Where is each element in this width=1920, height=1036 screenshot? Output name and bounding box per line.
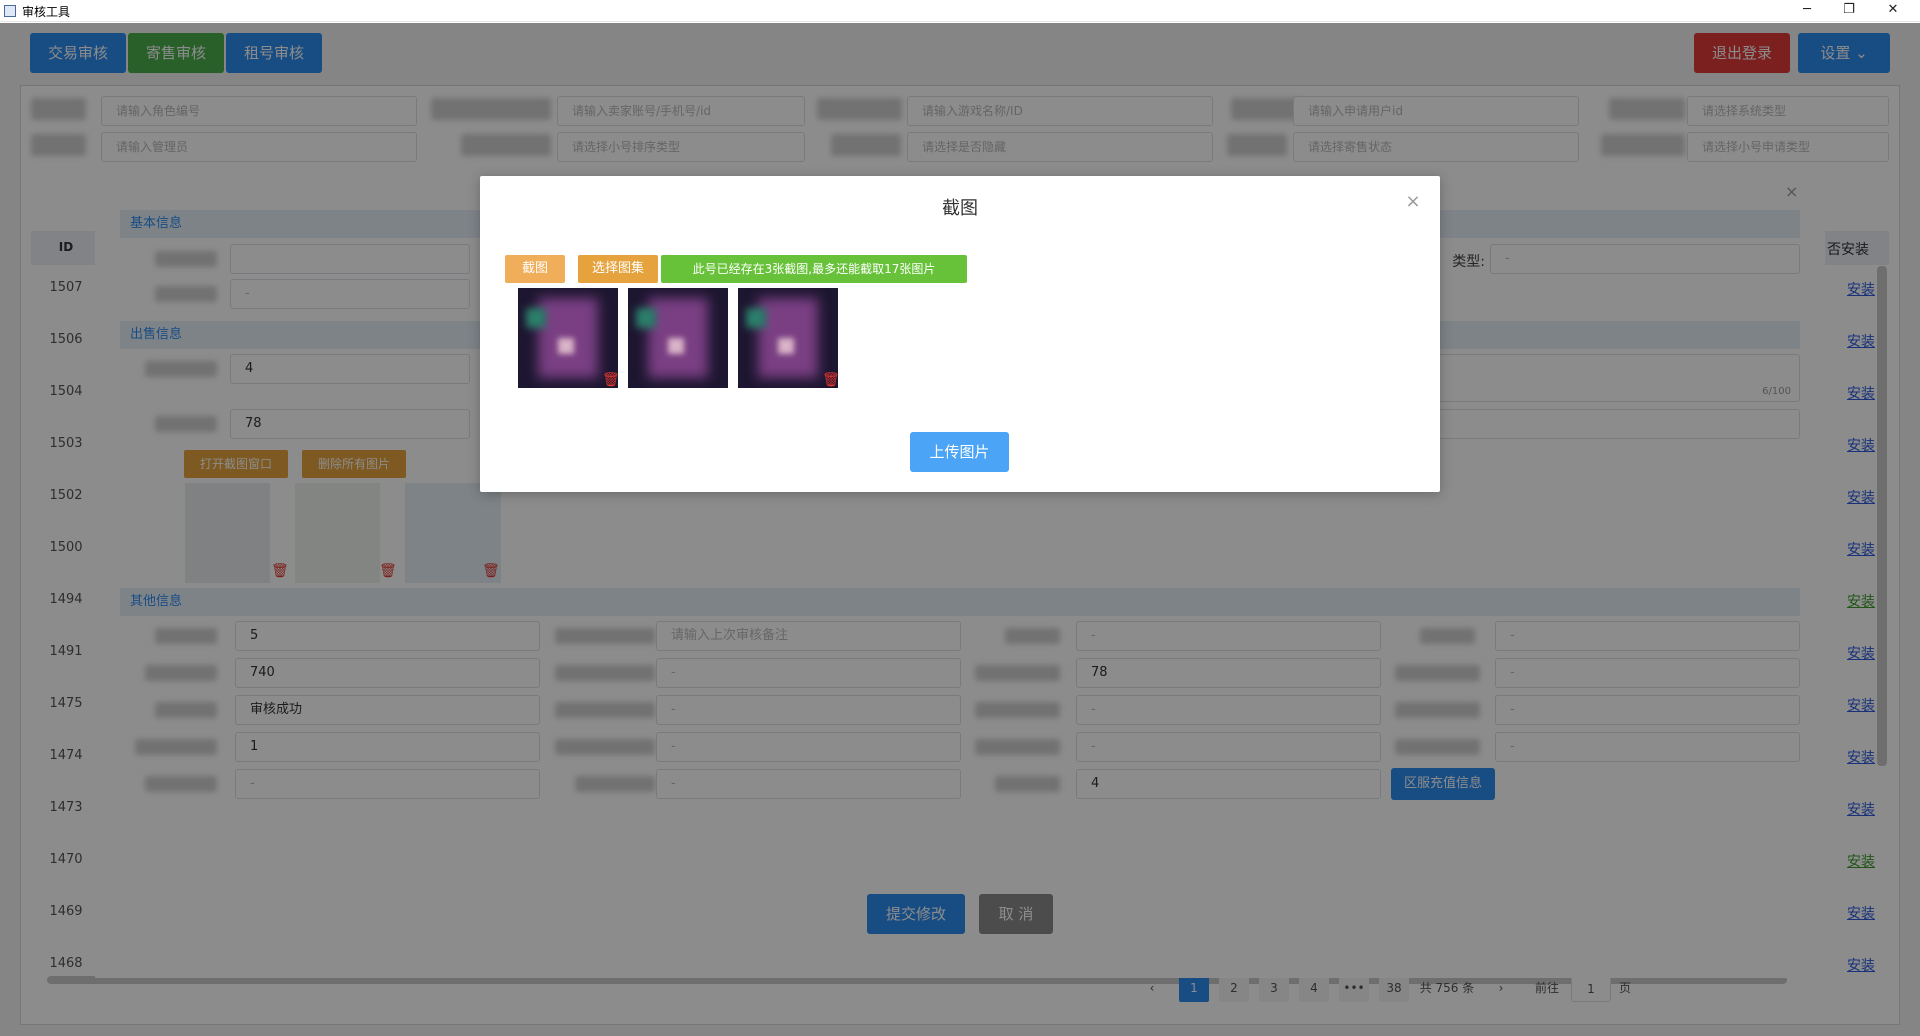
close-icon[interactable]: × [1403, 191, 1423, 212]
upload-image-button[interactable]: 上传图片 [910, 432, 1009, 472]
trash-icon[interactable]: 🗑 [602, 372, 618, 388]
modal-title: 截图 [942, 198, 978, 219]
screenshot-thumbnail[interactable] [628, 288, 728, 388]
window-titlebar: 审核工具 ─ ❐ ✕ [0, 0, 1920, 22]
window-title: 审核工具 [22, 5, 71, 19]
minimize-icon[interactable]: ─ [1784, 0, 1830, 22]
close-icon[interactable]: ✕ [1870, 0, 1916, 22]
screenshot-button[interactable]: 截图 [505, 255, 565, 283]
select-album-button[interactable]: 选择图集 [578, 255, 658, 283]
screenshot-thumbnail[interactable]: 🗑 [518, 288, 618, 388]
screenshot-modal: 截图 × 截图 选择图集 此号已经存在3张截图,最多还能截取17张图片 🗑 🗑 … [480, 176, 1440, 492]
trash-icon[interactable]: 🗑 [822, 372, 838, 388]
maximize-icon[interactable]: ❐ [1826, 0, 1872, 22]
app-icon [4, 5, 16, 17]
screenshot-thumbnail[interactable]: 🗑 [738, 288, 838, 388]
screenshot-count-info: 此号已经存在3张截图,最多还能截取17张图片 [661, 255, 967, 283]
modal-overlay[interactable] [0, 23, 1920, 1036]
